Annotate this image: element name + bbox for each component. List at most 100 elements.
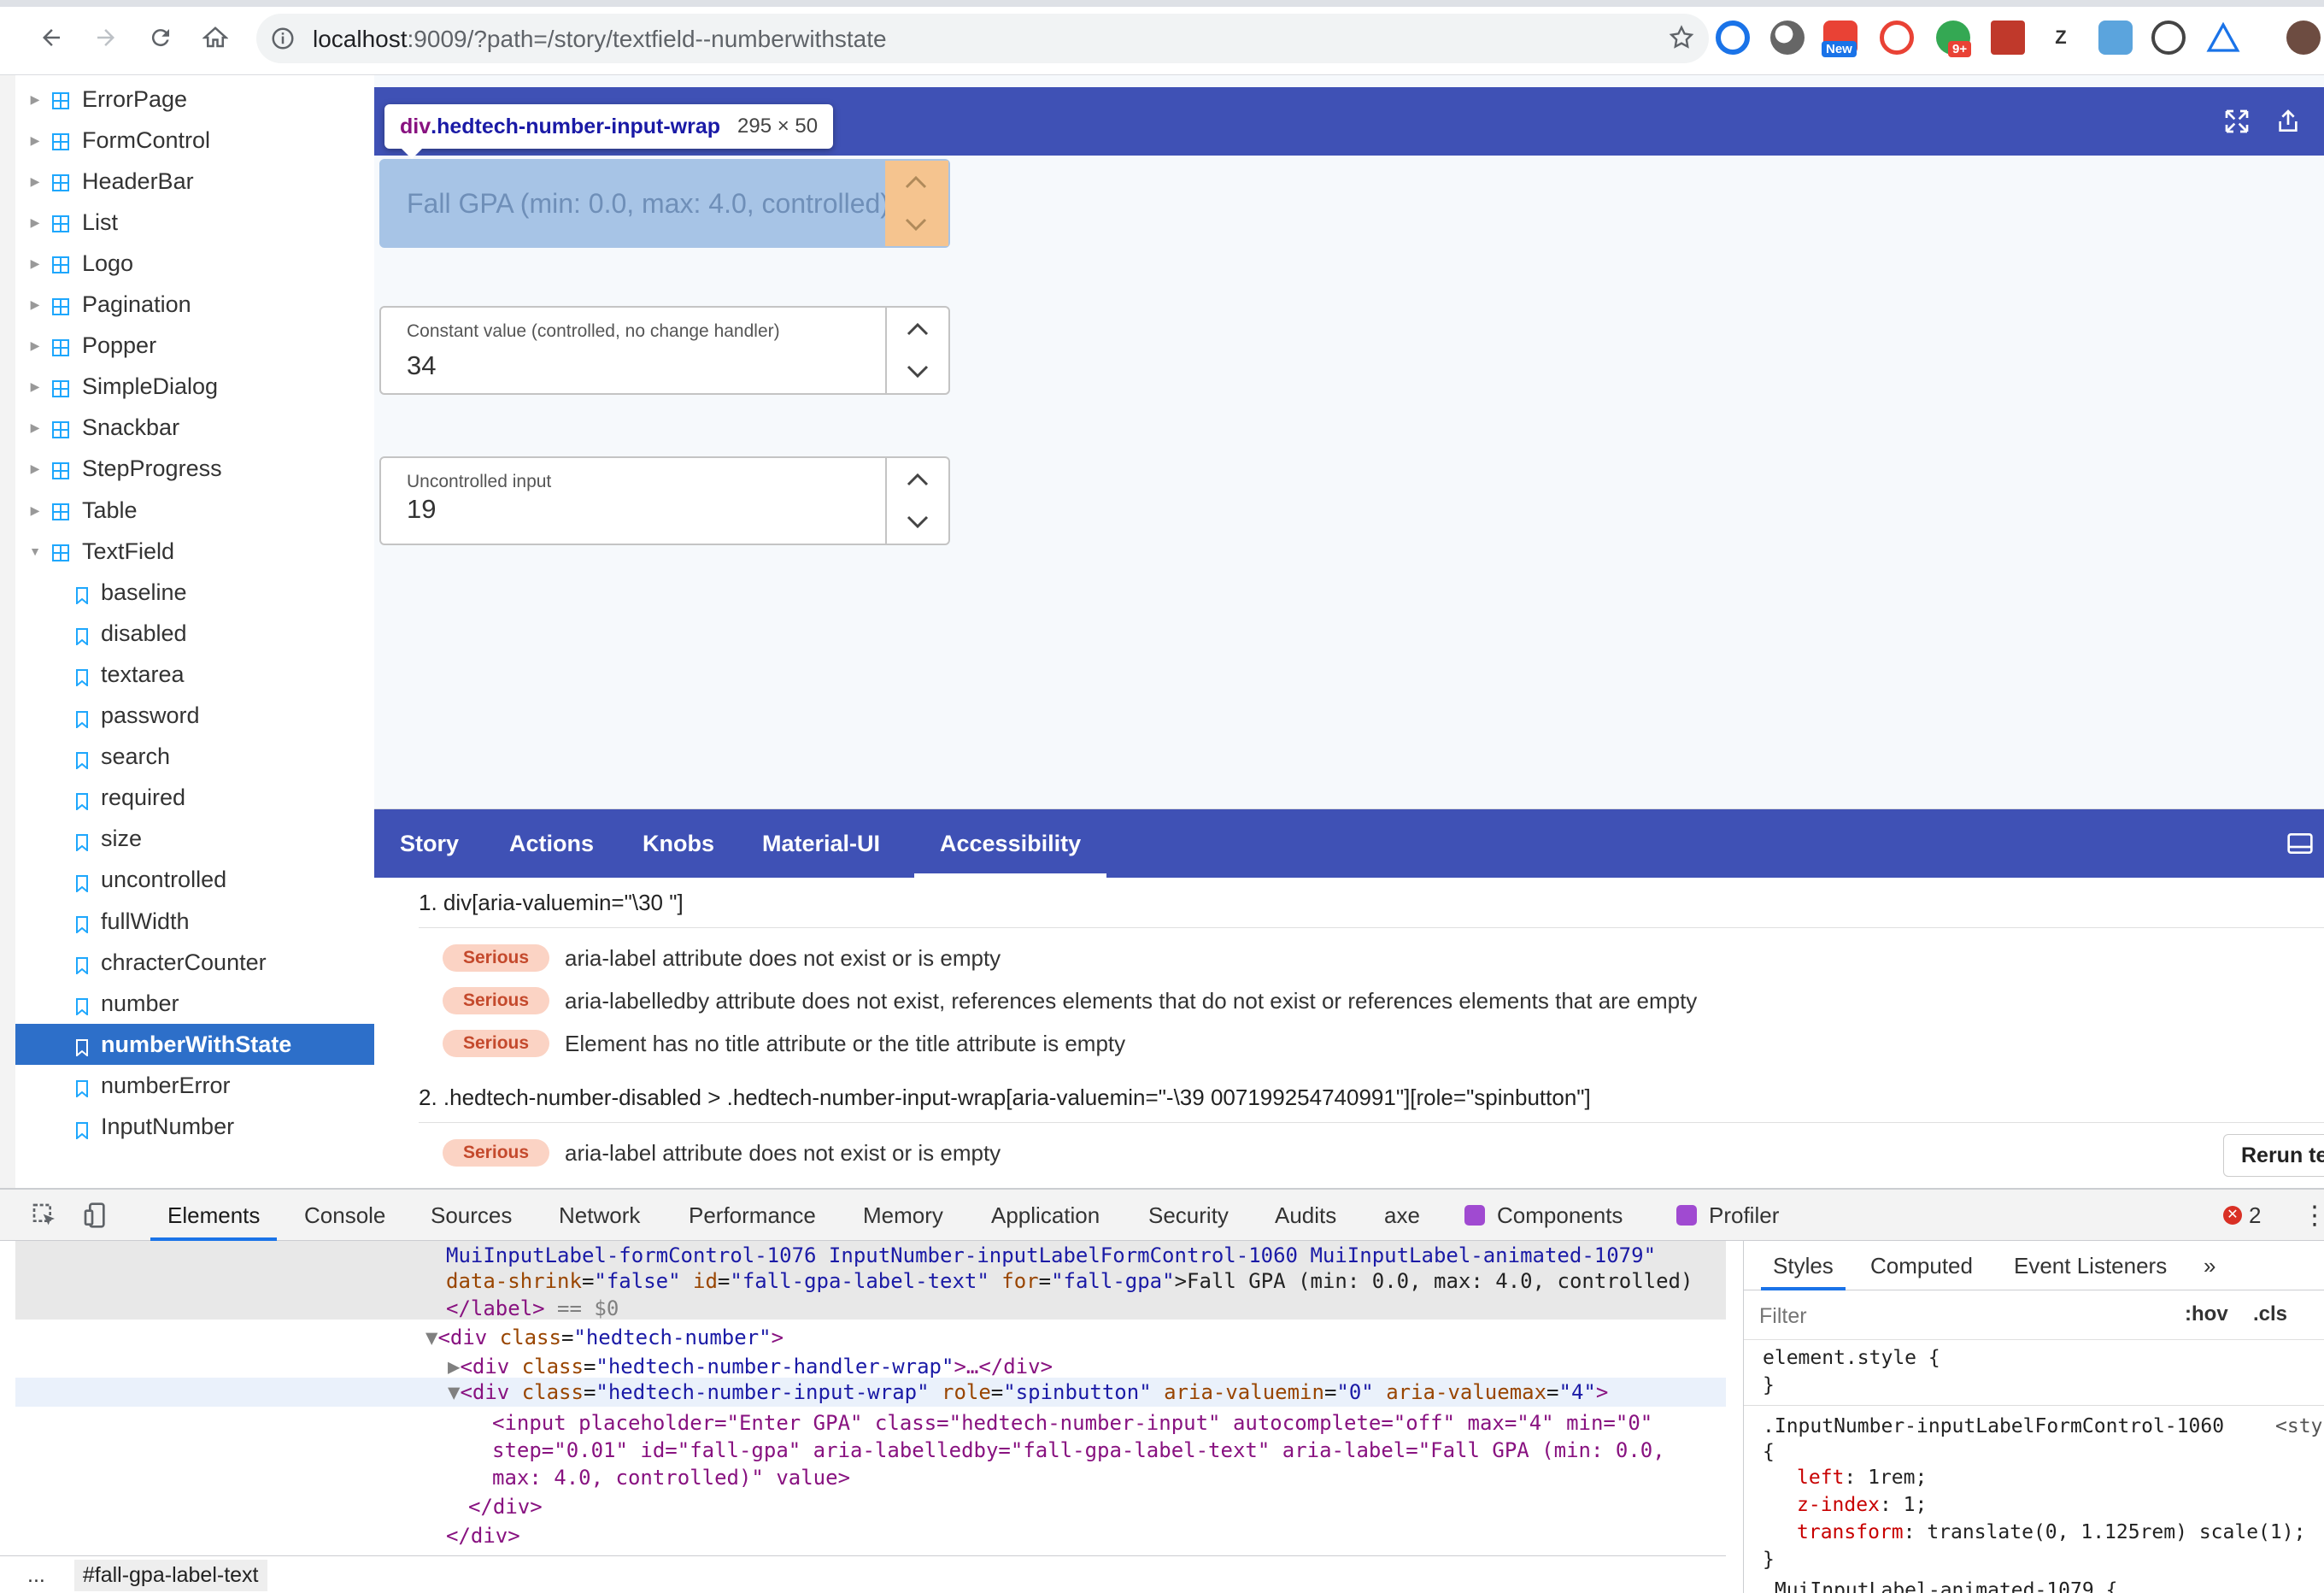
extension-blue-icon[interactable]	[2098, 21, 2133, 55]
devtools-tab-components[interactable]: Components	[1464, 1190, 1623, 1241]
sidebar-story-number[interactable]: number	[15, 983, 374, 1024]
reload-button[interactable]	[142, 19, 179, 56]
sidebar-story-fullwidth[interactable]: fullWidth	[15, 901, 374, 942]
profile-avatar[interactable]	[2286, 21, 2321, 55]
sidebar-component-headerbar[interactable]: ▶ HeaderBar	[15, 161, 374, 202]
css-declaration[interactable]: transform: translate(0, 1.125rem) scale(…	[1797, 1521, 2305, 1543]
breadcrumb-item[interactable]: #fall-gpa-label-text	[73, 1560, 267, 1591]
devtools-tab-profiler[interactable]: Profiler	[1676, 1190, 1779, 1241]
sidebar-story-size[interactable]: size	[15, 819, 374, 860]
sidebar-story-inputnumber[interactable]: InputNumber	[15, 1107, 374, 1148]
increment-button[interactable]	[887, 458, 948, 501]
decrement-button[interactable]	[887, 350, 948, 393]
css-declaration[interactable]: z-index: 1;	[1797, 1494, 1927, 1516]
hov-toggle[interactable]: :hov	[2185, 1302, 2228, 1326]
address-bar[interactable]: localhost:9009/?path=/story/textfield--n…	[256, 14, 1709, 63]
extension-circle-icon[interactable]	[1716, 21, 1750, 55]
sidebar-component-textfield[interactable]: ▼ TextField	[15, 531, 374, 572]
sidebar-story-textarea[interactable]: textarea	[15, 654, 374, 695]
home-button[interactable]	[197, 19, 234, 56]
cls-toggle[interactable]: .cls	[2253, 1302, 2287, 1326]
dom-line[interactable]: data-shrink="false" id="fall-gpa-label-t…	[446, 1267, 1693, 1296]
tab-knobs[interactable]: Knobs	[643, 809, 714, 878]
sidebar-component-list[interactable]: ▶ List	[15, 202, 374, 243]
uncontrolled-value[interactable]: 19	[407, 494, 436, 525]
sidebar-component-popper[interactable]: ▶ Popper	[15, 326, 374, 367]
sidebar-story-numbererror[interactable]: numberError	[15, 1065, 374, 1106]
devtools-tab-console[interactable]: Console	[304, 1190, 385, 1241]
sidebar-component-snackbar[interactable]: ▶ Snackbar	[15, 408, 374, 449]
uncontrolled-number-input[interactable]: Uncontrolled input 19	[379, 456, 950, 545]
devtools-tab-network[interactable]: Network	[559, 1190, 640, 1241]
more-tabs-icon[interactable]: »	[2204, 1241, 2215, 1290]
css-rule-selector[interactable]: .InputNumber-inputLabelFormControl-1060	[1763, 1415, 2224, 1437]
dom-line-selected[interactable]: ▼<div class="hedtech-number-input-wrap" …	[448, 1378, 1608, 1407]
extension-red-icon[interactable]	[1991, 21, 2025, 55]
sidebar-story-disabled[interactable]: disabled	[15, 613, 374, 654]
dom-line[interactable]: </label> == $0	[446, 1294, 619, 1323]
devtools-tab-security[interactable]: Security	[1148, 1190, 1229, 1241]
fall-gpa-number-input[interactable]: Fall GPA (min: 0.0, max: 4.0, controlled…	[379, 159, 950, 248]
sidebar-component-errorpage[interactable]: ▶ ErrorPage	[15, 79, 374, 120]
dom-line[interactable]: max: 4.0, controlled)" value>	[492, 1463, 850, 1492]
rerun-tests-button[interactable]: Rerun te	[2223, 1134, 2324, 1177]
sidebar-story-baseline[interactable]: baseline	[15, 572, 374, 613]
more-options-icon[interactable]: ⋮	[2302, 1190, 2324, 1241]
devtools-tab-performance[interactable]: Performance	[689, 1190, 816, 1241]
dom-line[interactable]: </div>	[468, 1492, 543, 1521]
tab-actions[interactable]: Actions	[509, 809, 594, 878]
styles-tab-computed[interactable]: Computed	[1870, 1241, 1973, 1290]
decrement-button[interactable]	[885, 203, 947, 246]
css-declaration[interactable]: left: 1rem;	[1797, 1467, 1927, 1489]
error-counter[interactable]: ✕ 2	[2223, 1190, 2261, 1241]
dom-line[interactable]: MuiInputLabel-formControl-1076 InputNumb…	[446, 1241, 1656, 1270]
extension-swirl-icon[interactable]	[1880, 21, 1914, 55]
sidebar-component-table[interactable]: ▶ Table	[15, 490, 374, 531]
dom-line[interactable]: ▼<div class="hedtech-number">	[425, 1323, 783, 1352]
dom-line[interactable]: </div>	[446, 1521, 520, 1549]
tab-accessibility[interactable]: Accessibility	[913, 809, 1107, 878]
extension-gray-icon[interactable]	[1770, 21, 1805, 55]
device-toolbar-icon[interactable]	[82, 1202, 109, 1229]
devtools-tab-audits[interactable]: Audits	[1275, 1190, 1336, 1241]
extension-z-icon[interactable]: Z	[2044, 21, 2078, 55]
extension-w-icon[interactable]	[2151, 21, 2186, 55]
styles-filter-input[interactable]	[1759, 1299, 2186, 1333]
tab-story[interactable]: Story	[400, 809, 459, 878]
breadcrumb-more[interactable]: ...	[27, 1563, 45, 1588]
sidebar-component-formcontrol[interactable]: ▶ FormControl	[15, 120, 374, 161]
forward-button[interactable]	[87, 19, 125, 56]
devtools-tab-sources[interactable]: Sources	[431, 1190, 512, 1241]
devtools-tab-application[interactable]: Application	[991, 1190, 1100, 1241]
fullscreen-icon[interactable]	[2223, 108, 2251, 135]
element-style-rule[interactable]: element.style {	[1763, 1347, 1940, 1369]
sidebar-component-pagination[interactable]: ▶ Pagination	[15, 285, 374, 326]
bookmark-star-icon[interactable]	[1668, 24, 1695, 51]
decrement-button[interactable]	[887, 501, 948, 544]
styles-tab-styles[interactable]: Styles	[1761, 1241, 1846, 1290]
sidebar-component-stepprogress[interactable]: ▶ StepProgress	[15, 449, 374, 490]
dom-line[interactable]: <input placeholder="Enter GPA" class="he…	[492, 1408, 1652, 1437]
sidebar-story-required[interactable]: required	[15, 778, 374, 819]
info-icon[interactable]	[270, 26, 296, 51]
constant-value-number-input[interactable]: Constant value (controlled, no change ha…	[379, 306, 950, 395]
share-icon[interactable]	[2274, 108, 2302, 135]
sidebar-component-simpledialog[interactable]: ▶ SimpleDialog	[15, 367, 374, 408]
back-button[interactable]	[32, 19, 70, 56]
extension-triangle-icon[interactable]	[2206, 21, 2240, 55]
dom-line[interactable]: ▶<div class="hedtech-number-handler-wrap…	[448, 1352, 1053, 1381]
devtools-tab-elements[interactable]: Elements	[150, 1190, 278, 1241]
sidebar-story-search[interactable]: search	[15, 737, 374, 778]
tab-material-ui[interactable]: Material-UI	[762, 809, 880, 878]
sidebar-component-logo[interactable]: ▶ Logo	[15, 243, 374, 284]
css-rule-source-link[interactable]: <sty	[2275, 1415, 2322, 1437]
css-rule-selector[interactable]: .MuiInputLabel-animated-1079 {	[1763, 1579, 2117, 1593]
devtools-tab-axe[interactable]: axe	[1384, 1190, 1420, 1241]
sidebar-story-password[interactable]: password	[15, 696, 374, 737]
sidebar-story-uncontrolled[interactable]: uncontrolled	[15, 860, 374, 901]
devtools-tab-memory[interactable]: Memory	[863, 1190, 943, 1241]
constant-value-value[interactable]: 34	[407, 350, 436, 381]
increment-button[interactable]	[887, 308, 948, 350]
styles-tab-event-listeners[interactable]: Event Listeners	[2014, 1241, 2167, 1290]
increment-button[interactable]	[885, 161, 947, 203]
